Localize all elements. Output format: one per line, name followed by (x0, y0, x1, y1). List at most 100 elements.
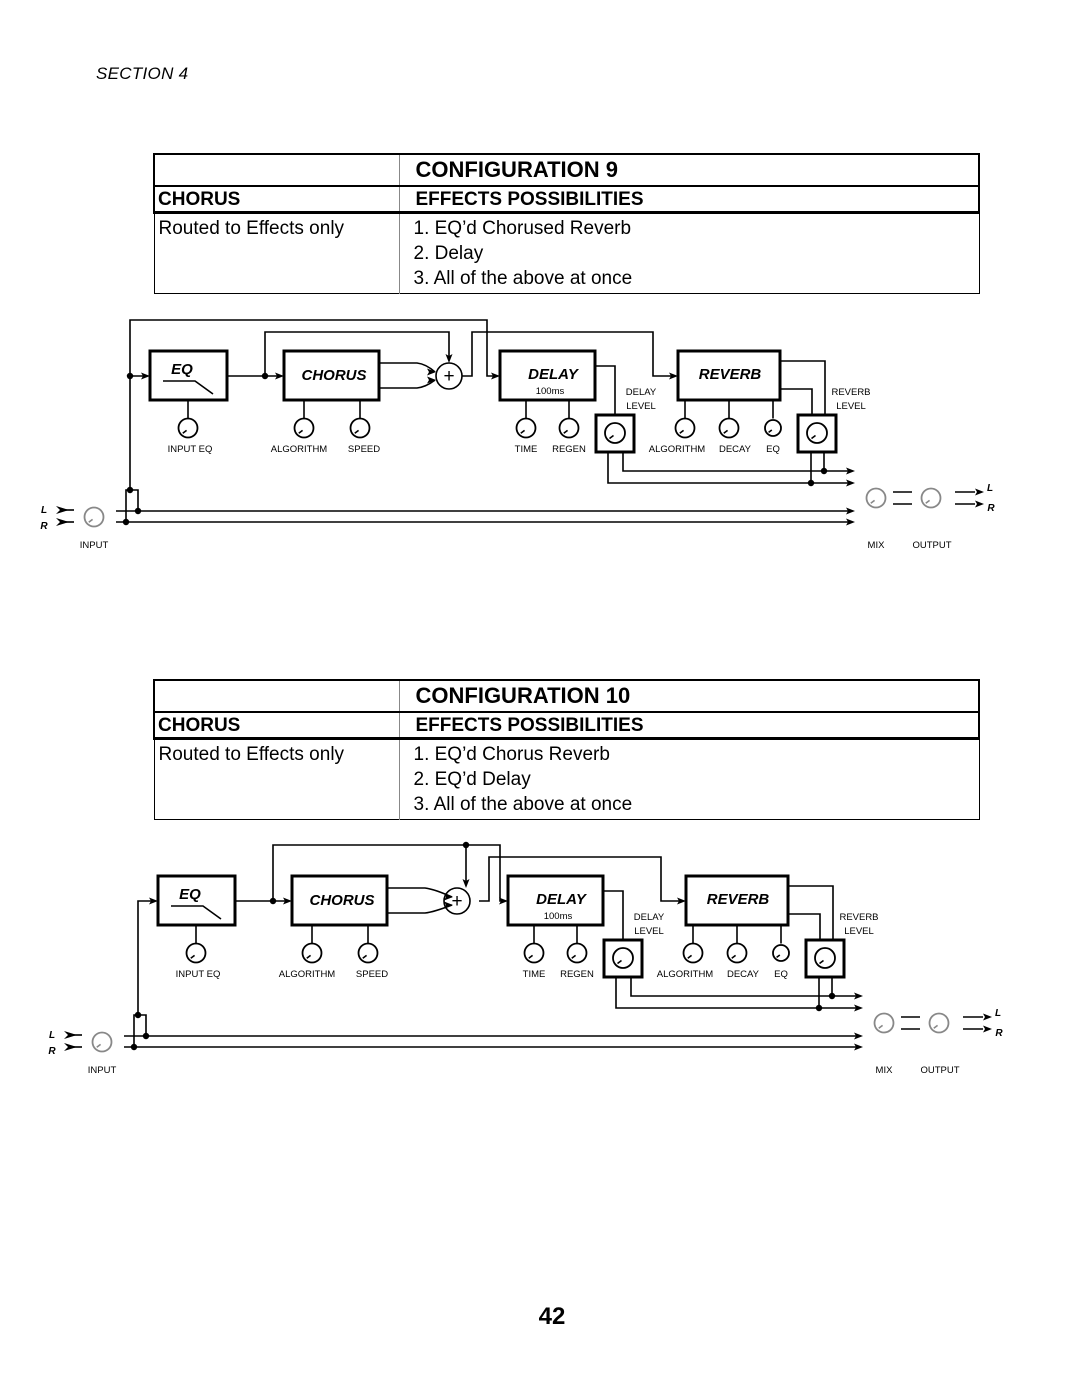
delay-level-knob-icon (612, 947, 634, 969)
chorus-block-label: CHORUS (309, 892, 374, 909)
plus-icon: + (443, 366, 454, 387)
algorithm-label: ALGORITHM (279, 969, 336, 980)
possibility-item: 1. EQ’d Chorus Reverb (413, 744, 610, 765)
reverb-level-knob-icon (806, 422, 828, 444)
decay-label: DECAY (719, 444, 752, 455)
arrow-head (975, 500, 984, 508)
reverb-level-label: REVERB (839, 912, 878, 923)
algorithm-label: ALGORITHM (271, 444, 328, 455)
signal-flow-diagram-config-10: EQ CHORUS + DELAY 100ms REVERB INPUT EQ ALGORIT… (48, 841, 1003, 1076)
reverb-algorithm-label: ALGORITHM (657, 969, 714, 980)
routing-cell: Routed to Effects only (154, 738, 400, 820)
time-knob-icon (523, 942, 545, 964)
reverb-eq-label: EQ (766, 444, 780, 455)
possibility-item: 1. EQ’d Chorused Reverb (413, 218, 632, 239)
chorus-block-label: CHORUS (301, 367, 366, 384)
junction-dot (820, 467, 828, 475)
junction-dot (142, 1032, 150, 1040)
output-left-label: L (995, 1008, 1001, 1019)
possibilities-cell: 1. EQ’d Chorused Reverb 2. Delay 3. All … (399, 213, 979, 294)
reverb-level-label: LEVEL (844, 926, 874, 937)
reverb-level-label: REVERB (831, 387, 870, 398)
table-header-row: CHORUS EFFECTS POSSIBILITIES (154, 712, 979, 739)
delay-time-label: 100ms (544, 911, 573, 922)
arrow-head (983, 1013, 992, 1021)
delay-block-label: DELAY (536, 891, 588, 908)
delay-level-label: DELAY (626, 387, 657, 398)
chorus-header: CHORUS (154, 186, 400, 213)
delay-level-label: LEVEL (634, 926, 664, 937)
reverb-out-right-line (788, 913, 821, 940)
reverb-eq-label: EQ (774, 969, 788, 980)
eq-block-label: EQ (171, 361, 193, 378)
reverb-eq-knob-icon (772, 944, 790, 962)
possibilities-cell: 1. EQ’d Chorus Reverb 2. EQ’d Delay 3. A… (399, 739, 979, 820)
table-body-row: Routed to Effects only 1. EQ’d Chorused … (154, 212, 979, 294)
input-eq-knob-icon (185, 942, 207, 964)
empty-cell (154, 154, 400, 186)
possibility-item: 2. EQ’d Delay (413, 769, 531, 790)
output-left-label: L (987, 483, 993, 494)
table-body-row: Routed to Effects only 1. EQ’d Chorus Re… (154, 738, 979, 820)
arrow-head (975, 488, 984, 496)
section-label: SECTION 4 (96, 64, 189, 83)
arrow-head (983, 1025, 992, 1033)
delay-block-label: DELAY (528, 366, 580, 383)
speed-label: SPEED (356, 969, 388, 980)
speed-knob-icon (357, 942, 379, 964)
table-header-row: CHORUS EFFECTS POSSIBILITIES (154, 186, 979, 213)
junction-dot (130, 1043, 138, 1051)
decay-label: DECAY (727, 969, 760, 980)
input-right-label: R (48, 1046, 56, 1057)
input-tap-bracket (125, 489, 139, 522)
mix-knob-icon (873, 1012, 895, 1034)
regen-label: REGEN (552, 444, 586, 455)
reverb-out-right-line (780, 388, 813, 415)
page-number: 42 (538, 1303, 566, 1330)
reverb-eq-knob-icon (764, 419, 782, 437)
chorus-out-left-line (379, 362, 436, 373)
table-title-row: CONFIGURATION 10 (154, 680, 979, 712)
delay-level-label: LEVEL (626, 401, 656, 412)
mix-knob-icon (865, 487, 887, 509)
input-eq-label: INPUT EQ (168, 444, 213, 455)
output-knob-icon (928, 1012, 950, 1034)
junction-dot (134, 507, 142, 515)
regen-knob-icon (566, 942, 588, 964)
delay-level-knob-icon (604, 422, 626, 444)
empty-cell (154, 680, 400, 712)
effects-possibilities-header: EFFECTS POSSIBILITIES (415, 715, 644, 736)
reverb-level-label: LEVEL (836, 401, 866, 412)
regen-knob-icon (558, 417, 580, 439)
mix-label: MIX (868, 540, 886, 551)
input-left-label: L (49, 1030, 55, 1041)
output-label: OUTPUT (912, 540, 951, 551)
input-to-delay-line (129, 319, 497, 490)
algorithm-knob-icon (293, 417, 315, 439)
output-knob-icon (920, 487, 942, 509)
reverb-out-left-line (788, 885, 834, 940)
input-right-label: R (40, 521, 48, 532)
delay-time-label: 100ms (536, 386, 565, 397)
chorus-out-right-line (379, 379, 436, 389)
input-knob-icon (91, 1031, 113, 1053)
output-right-label: R (995, 1028, 1003, 1039)
configuration-title: CONFIGURATION 10 (415, 683, 631, 708)
reverb-out-left-line (780, 360, 826, 415)
input-label: INPUT (80, 540, 109, 551)
algorithm-knob-icon (301, 942, 323, 964)
chorus-out-left-line (387, 887, 453, 898)
time-knob-icon (515, 417, 537, 439)
possibility-item: 3. All of the above at once (413, 794, 633, 815)
delay-level-right-line (607, 452, 852, 484)
effects-possibilities-header: EFFECTS POSSIBILITIES (415, 189, 644, 210)
regen-label: REGEN (560, 969, 594, 980)
configuration-title: CONFIGURATION 9 (415, 157, 618, 182)
routing-cell: Routed to Effects only (154, 212, 400, 294)
delay-level-right-line (615, 977, 860, 1009)
configuration-9-table: CONFIGURATION 9 CHORUS EFFECTS POSSIBILI… (153, 153, 980, 294)
delay-level-label: DELAY (634, 912, 665, 923)
reverb-algorithm-label: ALGORITHM (649, 444, 706, 455)
output-label: OUTPUT (920, 1065, 959, 1076)
junction-dot (122, 518, 130, 526)
